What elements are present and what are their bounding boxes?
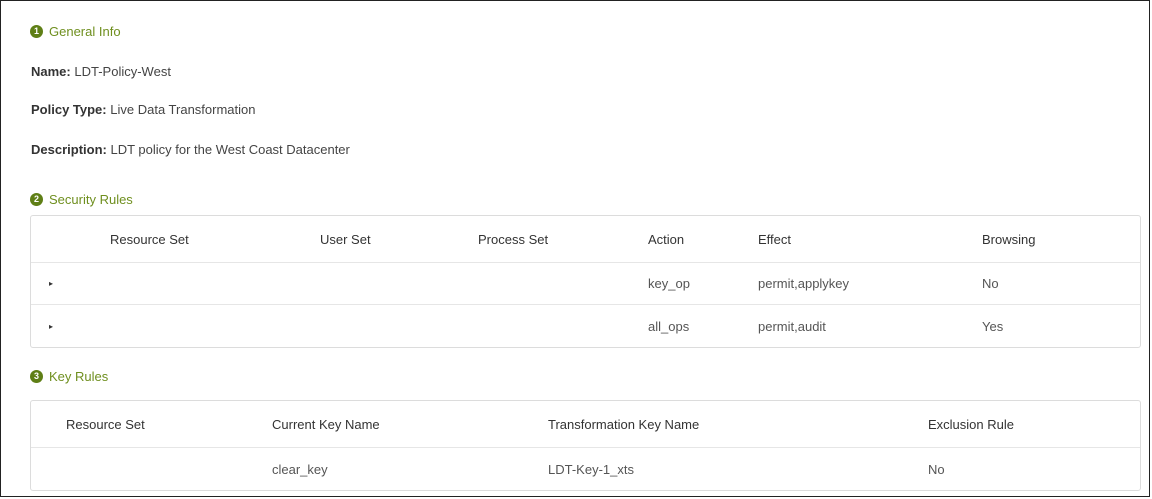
policy-type-value: Live Data Transformation [110,102,256,117]
column-header-resource-set[interactable]: Resource Set [110,216,189,262]
browsing-cell: No [982,276,999,291]
column-header-effect[interactable]: Effect [758,216,791,262]
policy-type-label: Policy Type: [31,102,107,117]
action-cell: all_ops [648,318,690,334]
column-header-browsing[interactable]: Browsing [982,216,1035,262]
section-number-badge: 3 [30,370,43,383]
expand-row-icon[interactable]: ▸ [49,305,53,347]
key-rules-header: 3 Key Rules [30,369,108,384]
key-rules-header-row: Resource Set Current Key Name Transforma… [31,401,1140,448]
column-header-user-set[interactable]: User Set [320,216,371,262]
action-cell: key_op [648,276,690,291]
key-rules-table: Resource Set Current Key Name Transforma… [30,400,1141,491]
name-label: Name: [31,64,71,79]
effect-cell: permit,audit [758,318,826,334]
table-row: ▸ all_ops permit,audit Yes [31,305,1140,347]
key-rules-title: Key Rules [49,369,109,384]
description-label: Description: [31,142,107,157]
security-rules-header: 2 Security Rules [30,192,133,207]
effect-cell: permit,applykey [758,276,850,291]
section-number-badge: 2 [30,193,43,206]
policy-details-frame: 1 General Info Name: LDT-Policy-West Pol… [0,0,1150,497]
security-rules-title: Security Rules [49,192,133,207]
exclusion-rule-cell: No [928,461,945,477]
policy-type-line: Policy Type: Live Data Transformation [31,102,255,117]
security-rules-header-row: Resource Set User Set Process Set Action… [31,216,1140,263]
expand-row-icon[interactable]: ▸ [49,263,53,304]
name-value: LDT-Policy-West [74,64,171,79]
column-header-transformation-key-name[interactable]: Transformation Key Name [548,401,699,447]
column-header-resource-set[interactable]: Resource Set [66,401,145,447]
general-info-header: 1 General Info [30,24,121,39]
browsing-cell: Yes [982,318,1004,334]
table-row: clear_key LDT-Key-1_xts No [31,448,1140,490]
general-info-title: General Info [49,24,121,39]
table-row: ▸ key_op permit,applykey No [31,263,1140,305]
name-line: Name: LDT-Policy-West [31,64,171,79]
description-line: Description: LDT policy for the West Coa… [31,142,350,157]
transformation-key-name-cell: LDT-Key-1_xts [548,461,634,477]
column-header-action[interactable]: Action [648,216,684,262]
column-header-exclusion-rule[interactable]: Exclusion Rule [928,401,1014,447]
description-value: LDT policy for the West Coast Datacenter [110,142,350,157]
section-number-badge: 1 [30,25,43,38]
current-key-name-cell: clear_key [272,461,328,477]
security-rules-table: Resource Set User Set Process Set Action… [30,215,1141,348]
column-header-process-set[interactable]: Process Set [478,216,548,262]
column-header-current-key-name[interactable]: Current Key Name [272,401,380,447]
